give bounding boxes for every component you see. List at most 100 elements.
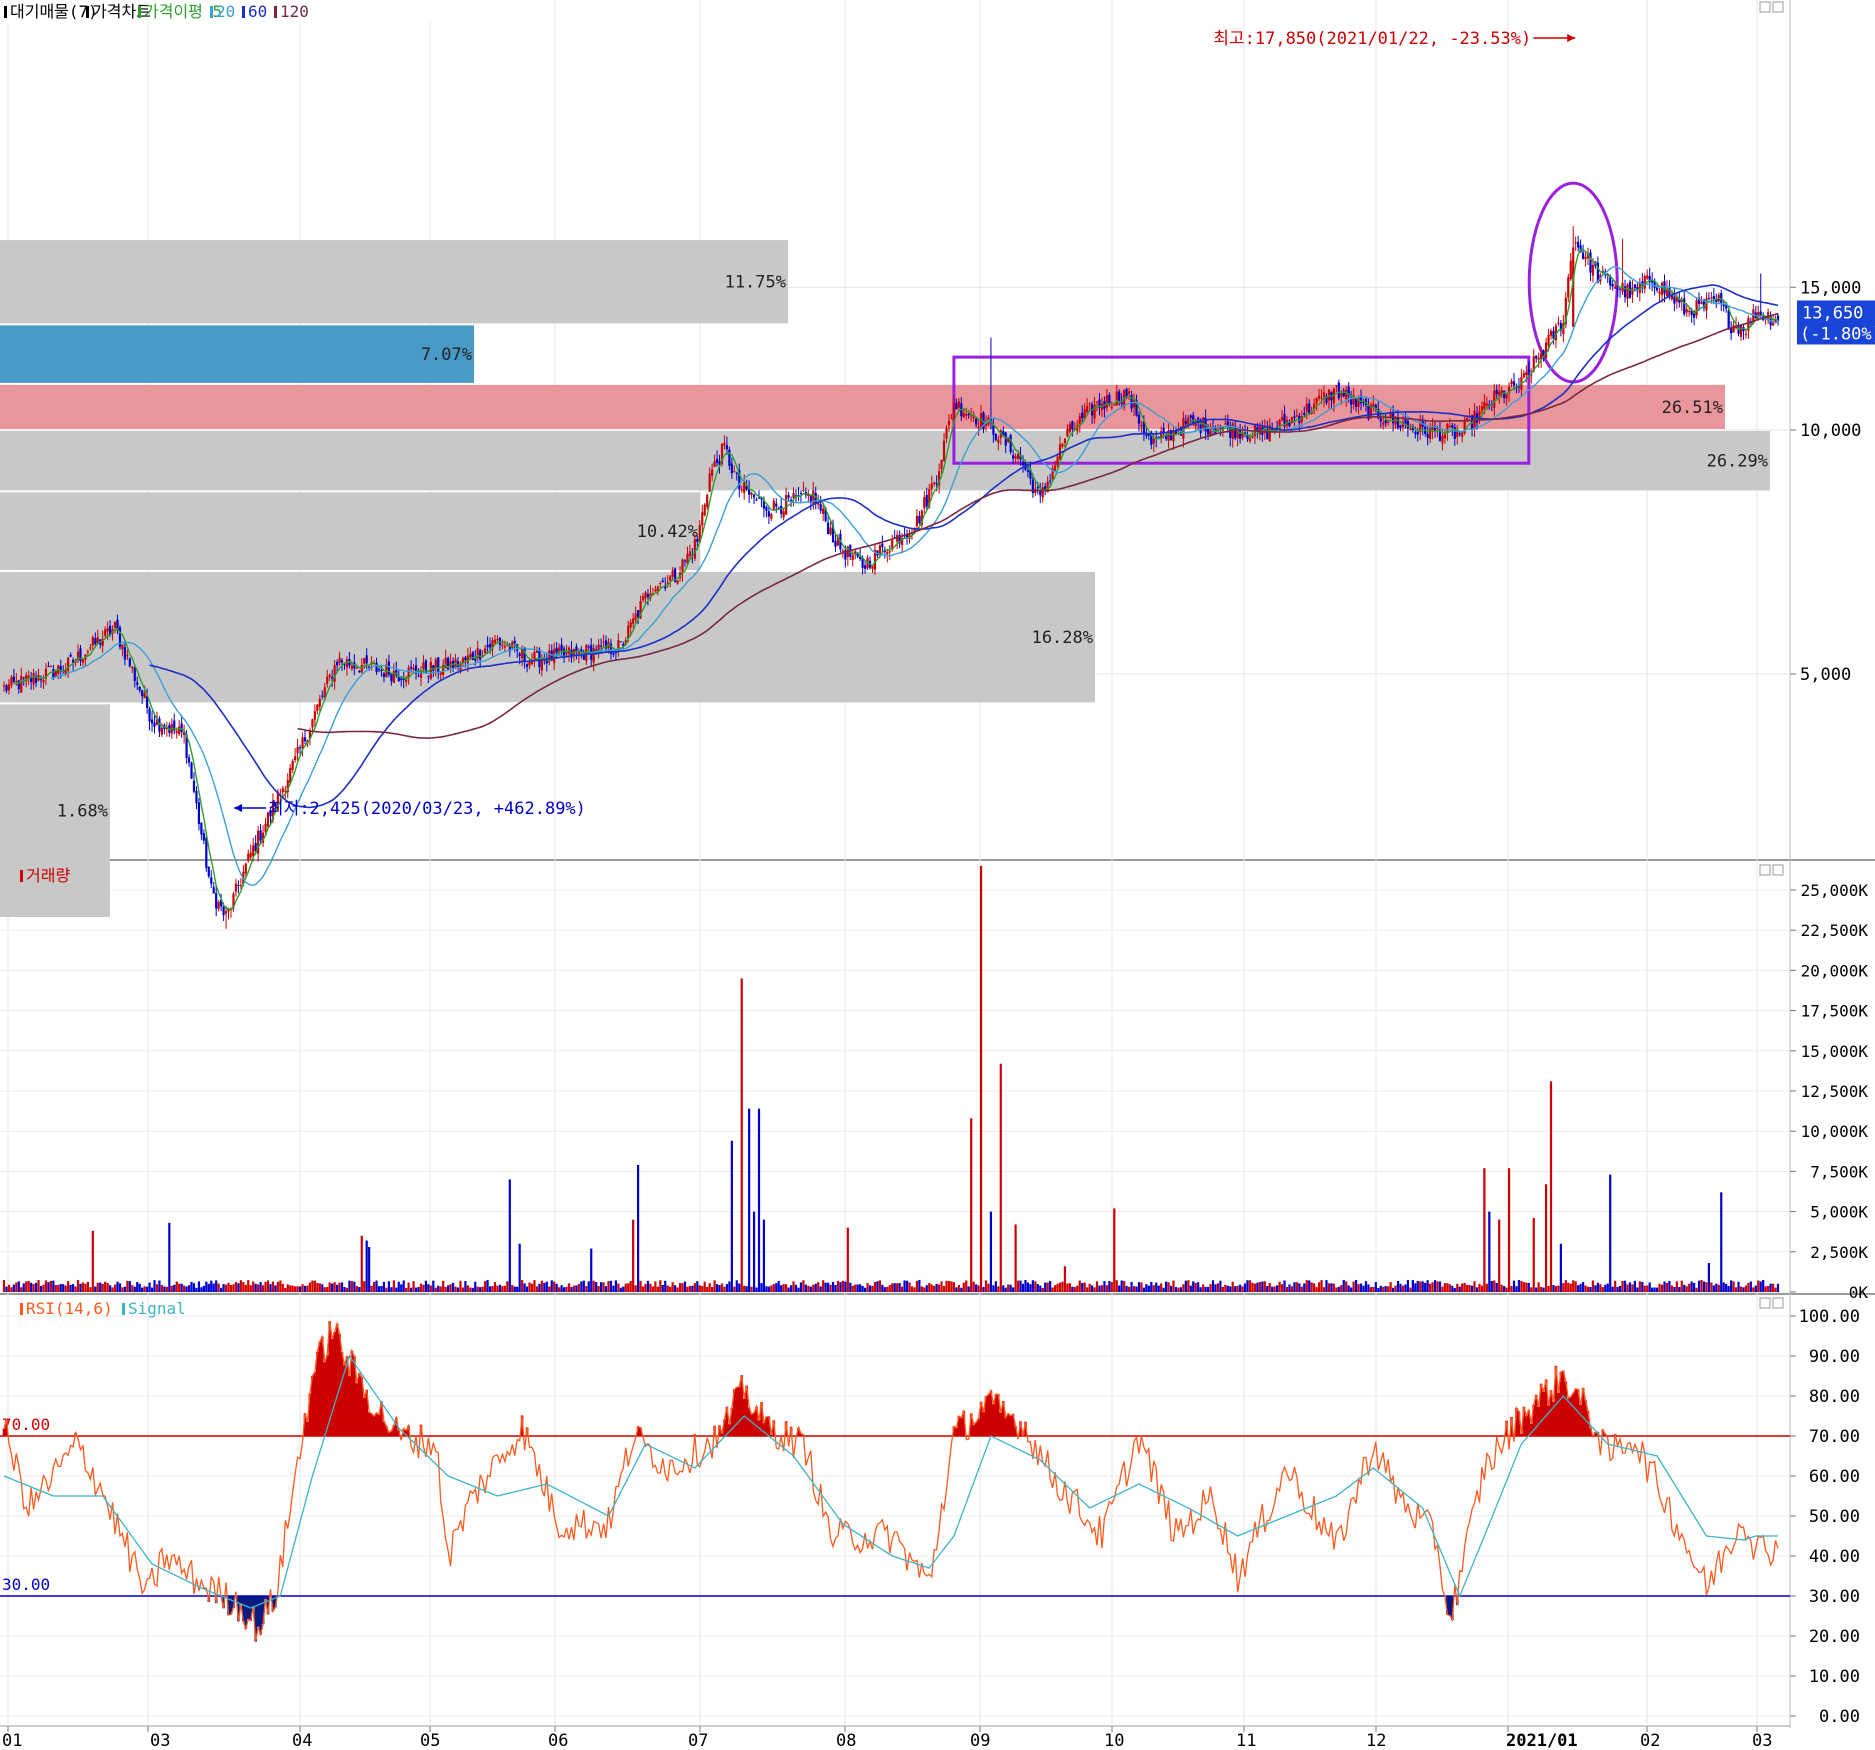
volume-bar bbox=[1552, 1285, 1555, 1292]
volume-bar bbox=[891, 1283, 894, 1292]
volume-bar bbox=[303, 1285, 307, 1292]
volume-bar bbox=[683, 1281, 687, 1292]
candle-body bbox=[1512, 381, 1516, 386]
volume-bar bbox=[1234, 1286, 1237, 1292]
volume-bar bbox=[264, 1281, 267, 1292]
volume-bar bbox=[703, 1281, 706, 1292]
volume-bar bbox=[1330, 1283, 1333, 1292]
candle-body bbox=[1498, 391, 1501, 396]
x-tick-label: 01 bbox=[2, 1731, 22, 1750]
volume-bar bbox=[170, 1285, 173, 1292]
volume-bar bbox=[1446, 1283, 1449, 1292]
volume-bar bbox=[227, 1282, 230, 1292]
candle-body bbox=[1549, 330, 1553, 336]
volume-bar bbox=[1108, 1281, 1111, 1292]
volume-bar bbox=[266, 1280, 270, 1292]
candle-body bbox=[1688, 311, 1691, 313]
candle-body bbox=[358, 670, 361, 672]
volume-bar bbox=[1246, 1280, 1249, 1292]
candle-body bbox=[338, 657, 341, 664]
volume-bar bbox=[27, 1280, 30, 1292]
volume-bar bbox=[841, 1280, 844, 1292]
volume-bar bbox=[1473, 1281, 1476, 1292]
volume-tick-label: 20,000K bbox=[1801, 961, 1869, 980]
volume-bar bbox=[358, 1286, 361, 1292]
volume-bar bbox=[812, 1284, 815, 1292]
volume-bar bbox=[360, 1235, 363, 1292]
close-icon[interactable] bbox=[1772, 864, 1784, 876]
candle-body bbox=[587, 646, 590, 648]
volume-bar bbox=[686, 1286, 689, 1292]
rsi-level-label: 70.00 bbox=[2, 1415, 50, 1434]
candle-body bbox=[434, 659, 437, 669]
volume-bar bbox=[1515, 1286, 1518, 1292]
volume-bar bbox=[1646, 1285, 1649, 1292]
volume-bar bbox=[693, 1283, 696, 1292]
volume-bar bbox=[792, 1281, 795, 1292]
volume-bar bbox=[639, 1280, 642, 1292]
candle-body bbox=[488, 643, 492, 648]
close-icon[interactable] bbox=[1772, 1, 1784, 13]
candle-body bbox=[1189, 415, 1192, 418]
candle-body bbox=[1295, 415, 1298, 417]
candle-body bbox=[422, 662, 425, 669]
candle-body bbox=[723, 442, 726, 446]
volume-bar bbox=[572, 1285, 576, 1292]
volume-bar bbox=[1572, 1280, 1575, 1292]
volume-bar bbox=[1024, 1279, 1027, 1292]
volume-bar bbox=[385, 1287, 388, 1292]
volume-bar bbox=[185, 1286, 188, 1292]
volume-bar bbox=[609, 1280, 613, 1292]
volume-bar bbox=[859, 1284, 862, 1292]
volume-bar bbox=[1636, 1287, 1639, 1292]
candle-body bbox=[1345, 389, 1348, 400]
volume-bar bbox=[698, 1285, 701, 1292]
volume-bar bbox=[242, 1282, 245, 1292]
close-icon[interactable] bbox=[1772, 1297, 1784, 1309]
volume-bar bbox=[622, 1286, 625, 1292]
volume-bar bbox=[1641, 1282, 1644, 1292]
volume-bar bbox=[1626, 1284, 1629, 1292]
candle-body bbox=[1118, 391, 1121, 403]
volume-bar bbox=[1673, 1287, 1676, 1292]
volume-bar bbox=[1280, 1284, 1284, 1292]
candle-body bbox=[131, 666, 134, 669]
volume-bar bbox=[1197, 1282, 1200, 1292]
candle-body bbox=[1137, 414, 1141, 424]
volume-bar bbox=[1172, 1280, 1175, 1292]
volume-bar bbox=[1004, 1287, 1007, 1292]
volume-bar bbox=[395, 1287, 398, 1292]
minimize-icon[interactable] bbox=[1759, 1, 1771, 13]
volume-bar bbox=[1031, 1280, 1034, 1292]
volume-bar bbox=[335, 1284, 339, 1292]
volume-bar bbox=[220, 1287, 223, 1292]
candle-body bbox=[32, 672, 35, 685]
minimize-icon[interactable] bbox=[1759, 864, 1771, 876]
volume-bar bbox=[424, 1280, 428, 1292]
volume-bar bbox=[666, 1285, 669, 1292]
candle-body bbox=[210, 877, 213, 884]
volume-bar bbox=[106, 1283, 109, 1292]
volume-bar bbox=[1090, 1285, 1094, 1292]
candle-body bbox=[96, 637, 99, 643]
volume-bar bbox=[1665, 1282, 1669, 1292]
volume-bar bbox=[1012, 1287, 1015, 1292]
volume-bar bbox=[1320, 1280, 1323, 1292]
volume-bar bbox=[767, 1286, 770, 1292]
candle-body bbox=[1485, 403, 1488, 406]
candle-body bbox=[1710, 297, 1713, 299]
minimize-icon[interactable] bbox=[1759, 1297, 1771, 1309]
volume-bar bbox=[562, 1287, 566, 1292]
volume-bar bbox=[1327, 1283, 1331, 1292]
volume-bar bbox=[637, 1164, 640, 1292]
volume-tick-label: 7,500K bbox=[1810, 1162, 1868, 1181]
volume-bar bbox=[146, 1286, 149, 1292]
rsi-tick-label: 60.00 bbox=[1809, 1467, 1860, 1487]
candle-body bbox=[701, 512, 704, 526]
candle-body bbox=[782, 511, 785, 518]
candle-body bbox=[479, 650, 482, 660]
volume-bar bbox=[496, 1285, 499, 1292]
volume-bar bbox=[340, 1282, 344, 1292]
candle-body bbox=[123, 647, 126, 660]
rsi-tick-label: 90.00 bbox=[1809, 1347, 1860, 1367]
